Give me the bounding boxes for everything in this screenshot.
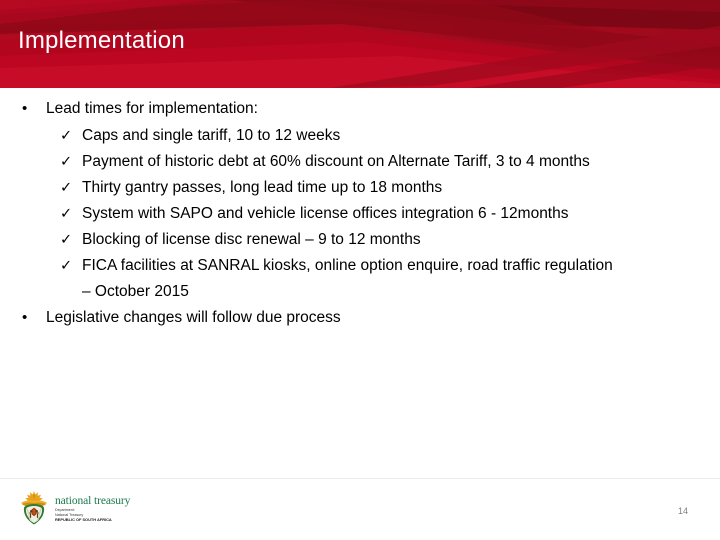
header-banner: Implementation (0, 0, 720, 88)
bullet-text-continuation: – October 2015 (82, 282, 189, 300)
checkmark-icon: ✓ (60, 179, 73, 196)
logo-text-block: national treasury Department: National T… (55, 494, 130, 522)
bullet-text: Legislative changes will follow due proc… (46, 308, 341, 326)
bullet-item-fica-facilities: ✓ FICA facilities at SANRAL kiosks, onli… (0, 253, 720, 305)
bullet-text: FICA facilities at SANRAL kiosks, online… (82, 256, 613, 274)
footer-divider (0, 478, 720, 479)
slide-body: • Lead times for implementation: ✓ Caps … (0, 96, 720, 331)
bullet-item-legislative-changes: • Legislative changes will follow due pr… (0, 305, 720, 332)
south-africa-coat-of-arms-icon (18, 490, 50, 526)
page-number: 14 (677, 506, 688, 516)
bullet-dot-icon: • (22, 308, 28, 326)
bullet-dot-icon: • (22, 100, 28, 117)
slide-root: Implementation • Lead times for implemen… (0, 0, 720, 540)
bullet-item-caps-single-tariff: ✓ Caps and single tariff, 10 to 12 weeks (0, 123, 720, 149)
checkmark-icon: ✓ (60, 231, 73, 248)
bullet-text: System with SAPO and vehicle license off… (82, 204, 569, 222)
bullet-text: Blocking of license disc renewal – 9 to … (82, 230, 421, 248)
checkmark-icon: ✓ (60, 205, 73, 222)
page-title: Implementation (18, 27, 185, 54)
bullet-text: Thirty gantry passes, long lead time up … (82, 178, 443, 196)
bullet-item-sapo-integration: ✓ System with SAPO and vehicle license o… (0, 201, 720, 227)
bullet-item-gantry-passes: ✓ Thirty gantry passes, long lead time u… (0, 175, 720, 201)
bullet-text: Caps and single tariff, 10 to 12 weeks (82, 126, 341, 144)
bullet-text: Payment of historic debt at 60% discount… (82, 152, 590, 170)
checkmark-icon: ✓ (60, 153, 73, 170)
logo-wordmark: national treasury (55, 495, 131, 508)
bullet-item-lead-times: • Lead times for implementation: (0, 96, 720, 123)
bullet-item-license-disc-blocking: ✓ Blocking of license disc renewal – 9 t… (0, 227, 720, 253)
checkmark-icon: ✓ (60, 257, 73, 274)
bullet-item-historic-debt: ✓ Payment of historic debt at 60% discou… (0, 149, 720, 175)
checkmark-icon: ✓ (60, 127, 73, 144)
bullet-text: Lead times for implementation: (46, 100, 258, 117)
logo-republic-line: REPUBLIC OF SOUTH AFRICA (55, 516, 112, 522)
national-treasury-logo: national treasury Department: National T… (18, 487, 168, 529)
